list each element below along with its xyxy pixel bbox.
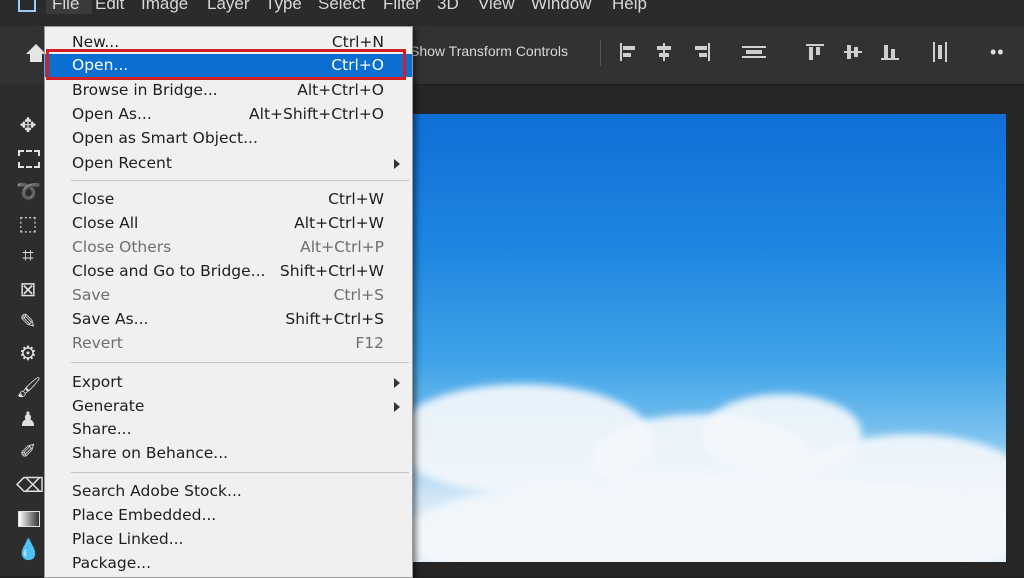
menu-item-save-as[interactable]: Save As... Shift+Ctrl+S (45, 308, 412, 331)
align-vertical-centers-icon[interactable] (843, 42, 863, 62)
menu-file[interactable]: File (46, 0, 92, 14)
file-menu-dropdown: New... Ctrl+N Open... Ctrl+O Browse in B… (44, 26, 413, 578)
healing-brush-tool-icon[interactable]: ⚙ (16, 342, 40, 366)
menu-separator (71, 472, 409, 473)
frame-tool-icon[interactable]: ⊠ (16, 278, 40, 302)
eyedropper-tool-icon[interactable]: ✎ (16, 310, 40, 334)
menu-item-close[interactable]: Close Ctrl+W (45, 188, 412, 211)
align-top-edges-icon[interactable] (805, 42, 825, 62)
menu-3d[interactable]: 3D (437, 0, 459, 14)
align-bottom-edges-icon[interactable] (880, 42, 900, 62)
gradient-tool-icon[interactable] (16, 506, 40, 530)
align-horizontal-centers-icon[interactable] (654, 42, 674, 62)
marquee-tool-icon[interactable] (16, 146, 40, 170)
show-transform-controls[interactable]: Show Transform Controls (410, 43, 568, 59)
clone-stamp-tool-icon[interactable]: ♟ (16, 408, 40, 432)
menu-item-open-recent[interactable]: Open Recent (45, 152, 412, 175)
align-right-edges-icon[interactable] (692, 42, 712, 62)
home-icon[interactable] (26, 44, 46, 62)
menu-image[interactable]: Image (141, 0, 188, 14)
align-left-edges-icon[interactable] (618, 42, 638, 62)
menu-item-share-on-behance[interactable]: Share on Behance... (45, 442, 412, 465)
menu-item-new[interactable]: New... Ctrl+N (45, 31, 412, 54)
distribute-vertical-icon[interactable] (742, 42, 766, 62)
more-options-icon[interactable]: •• (990, 42, 1005, 63)
lasso-tool-icon[interactable]: ➰ (16, 180, 41, 204)
menu-separator (71, 180, 409, 181)
photoshop-logo-icon (18, 0, 36, 12)
divider (600, 40, 601, 66)
menu-item-open-as-smart-object[interactable]: Open as Smart Object... (45, 127, 412, 150)
crop-tool-icon[interactable]: ⌗ (16, 244, 40, 268)
menu-item-save: Save Ctrl+S (72, 286, 384, 304)
menu-separator (71, 362, 409, 363)
distribute-horizontal-icon[interactable] (930, 42, 950, 62)
menu-filter[interactable]: Filter (383, 0, 421, 14)
menu-item-place-embedded[interactable]: Place Embedded... (45, 504, 412, 527)
menu-type[interactable]: Type (265, 0, 302, 14)
eraser-tool-icon[interactable]: ⌫ (16, 474, 44, 498)
submenu-arrow-icon (394, 159, 400, 169)
menu-item-search-adobe-stock[interactable]: Search Adobe Stock... (45, 480, 412, 503)
brush-tool-icon[interactable]: 🖌 (16, 376, 41, 400)
history-brush-tool-icon[interactable]: ✐ (16, 440, 40, 464)
menu-item-share[interactable]: Share... (45, 418, 412, 441)
canvas-sky-image (412, 114, 1006, 562)
submenu-arrow-icon (394, 378, 400, 388)
menu-item-revert: Revert F12 (72, 334, 384, 352)
menu-item-generate[interactable]: Generate (45, 395, 412, 418)
menu-item-close-and-go-to-bridge[interactable]: Close and Go to Bridge... Shift+Ctrl+W (45, 260, 412, 283)
menu-item-export[interactable]: Export (45, 371, 412, 394)
object-selection-tool-icon[interactable]: ⬚ (16, 212, 40, 236)
menu-item-open-as[interactable]: Open As... Alt+Shift+Ctrl+O (45, 103, 412, 126)
blur-tool-icon[interactable]: 💧 (16, 538, 41, 562)
menu-help[interactable]: Help (612, 0, 647, 14)
menu-item-place-linked[interactable]: Place Linked... (45, 528, 412, 551)
menu-item-browse-in-bridge[interactable]: Browse in Bridge... Alt+Ctrl+O (45, 79, 412, 102)
menu-item-package[interactable]: Package... (45, 552, 412, 575)
menu-edit[interactable]: Edit (95, 0, 124, 14)
menu-layer[interactable]: Layer (207, 0, 250, 14)
menu-bar: File Edit Image Layer Type Select Filter… (0, 0, 1024, 26)
menu-item-close-all[interactable]: Close All Alt+Ctrl+W (45, 212, 412, 235)
tools-panel: ✥ ➰ ⬚ ⌗ ⊠ ✎ ⚙ 🖌 ♟ ✐ ⌫ 💧 (0, 84, 44, 576)
menu-window[interactable]: Window (531, 0, 591, 14)
menu-select[interactable]: Select (318, 0, 365, 14)
move-tool-icon[interactable]: ✥ (16, 114, 40, 138)
menu-item-close-others: Close Others Alt+Ctrl+P (72, 238, 384, 256)
menu-view[interactable]: View (478, 0, 515, 14)
submenu-arrow-icon (394, 402, 400, 412)
menu-item-open[interactable]: Open... Ctrl+O (45, 54, 412, 77)
